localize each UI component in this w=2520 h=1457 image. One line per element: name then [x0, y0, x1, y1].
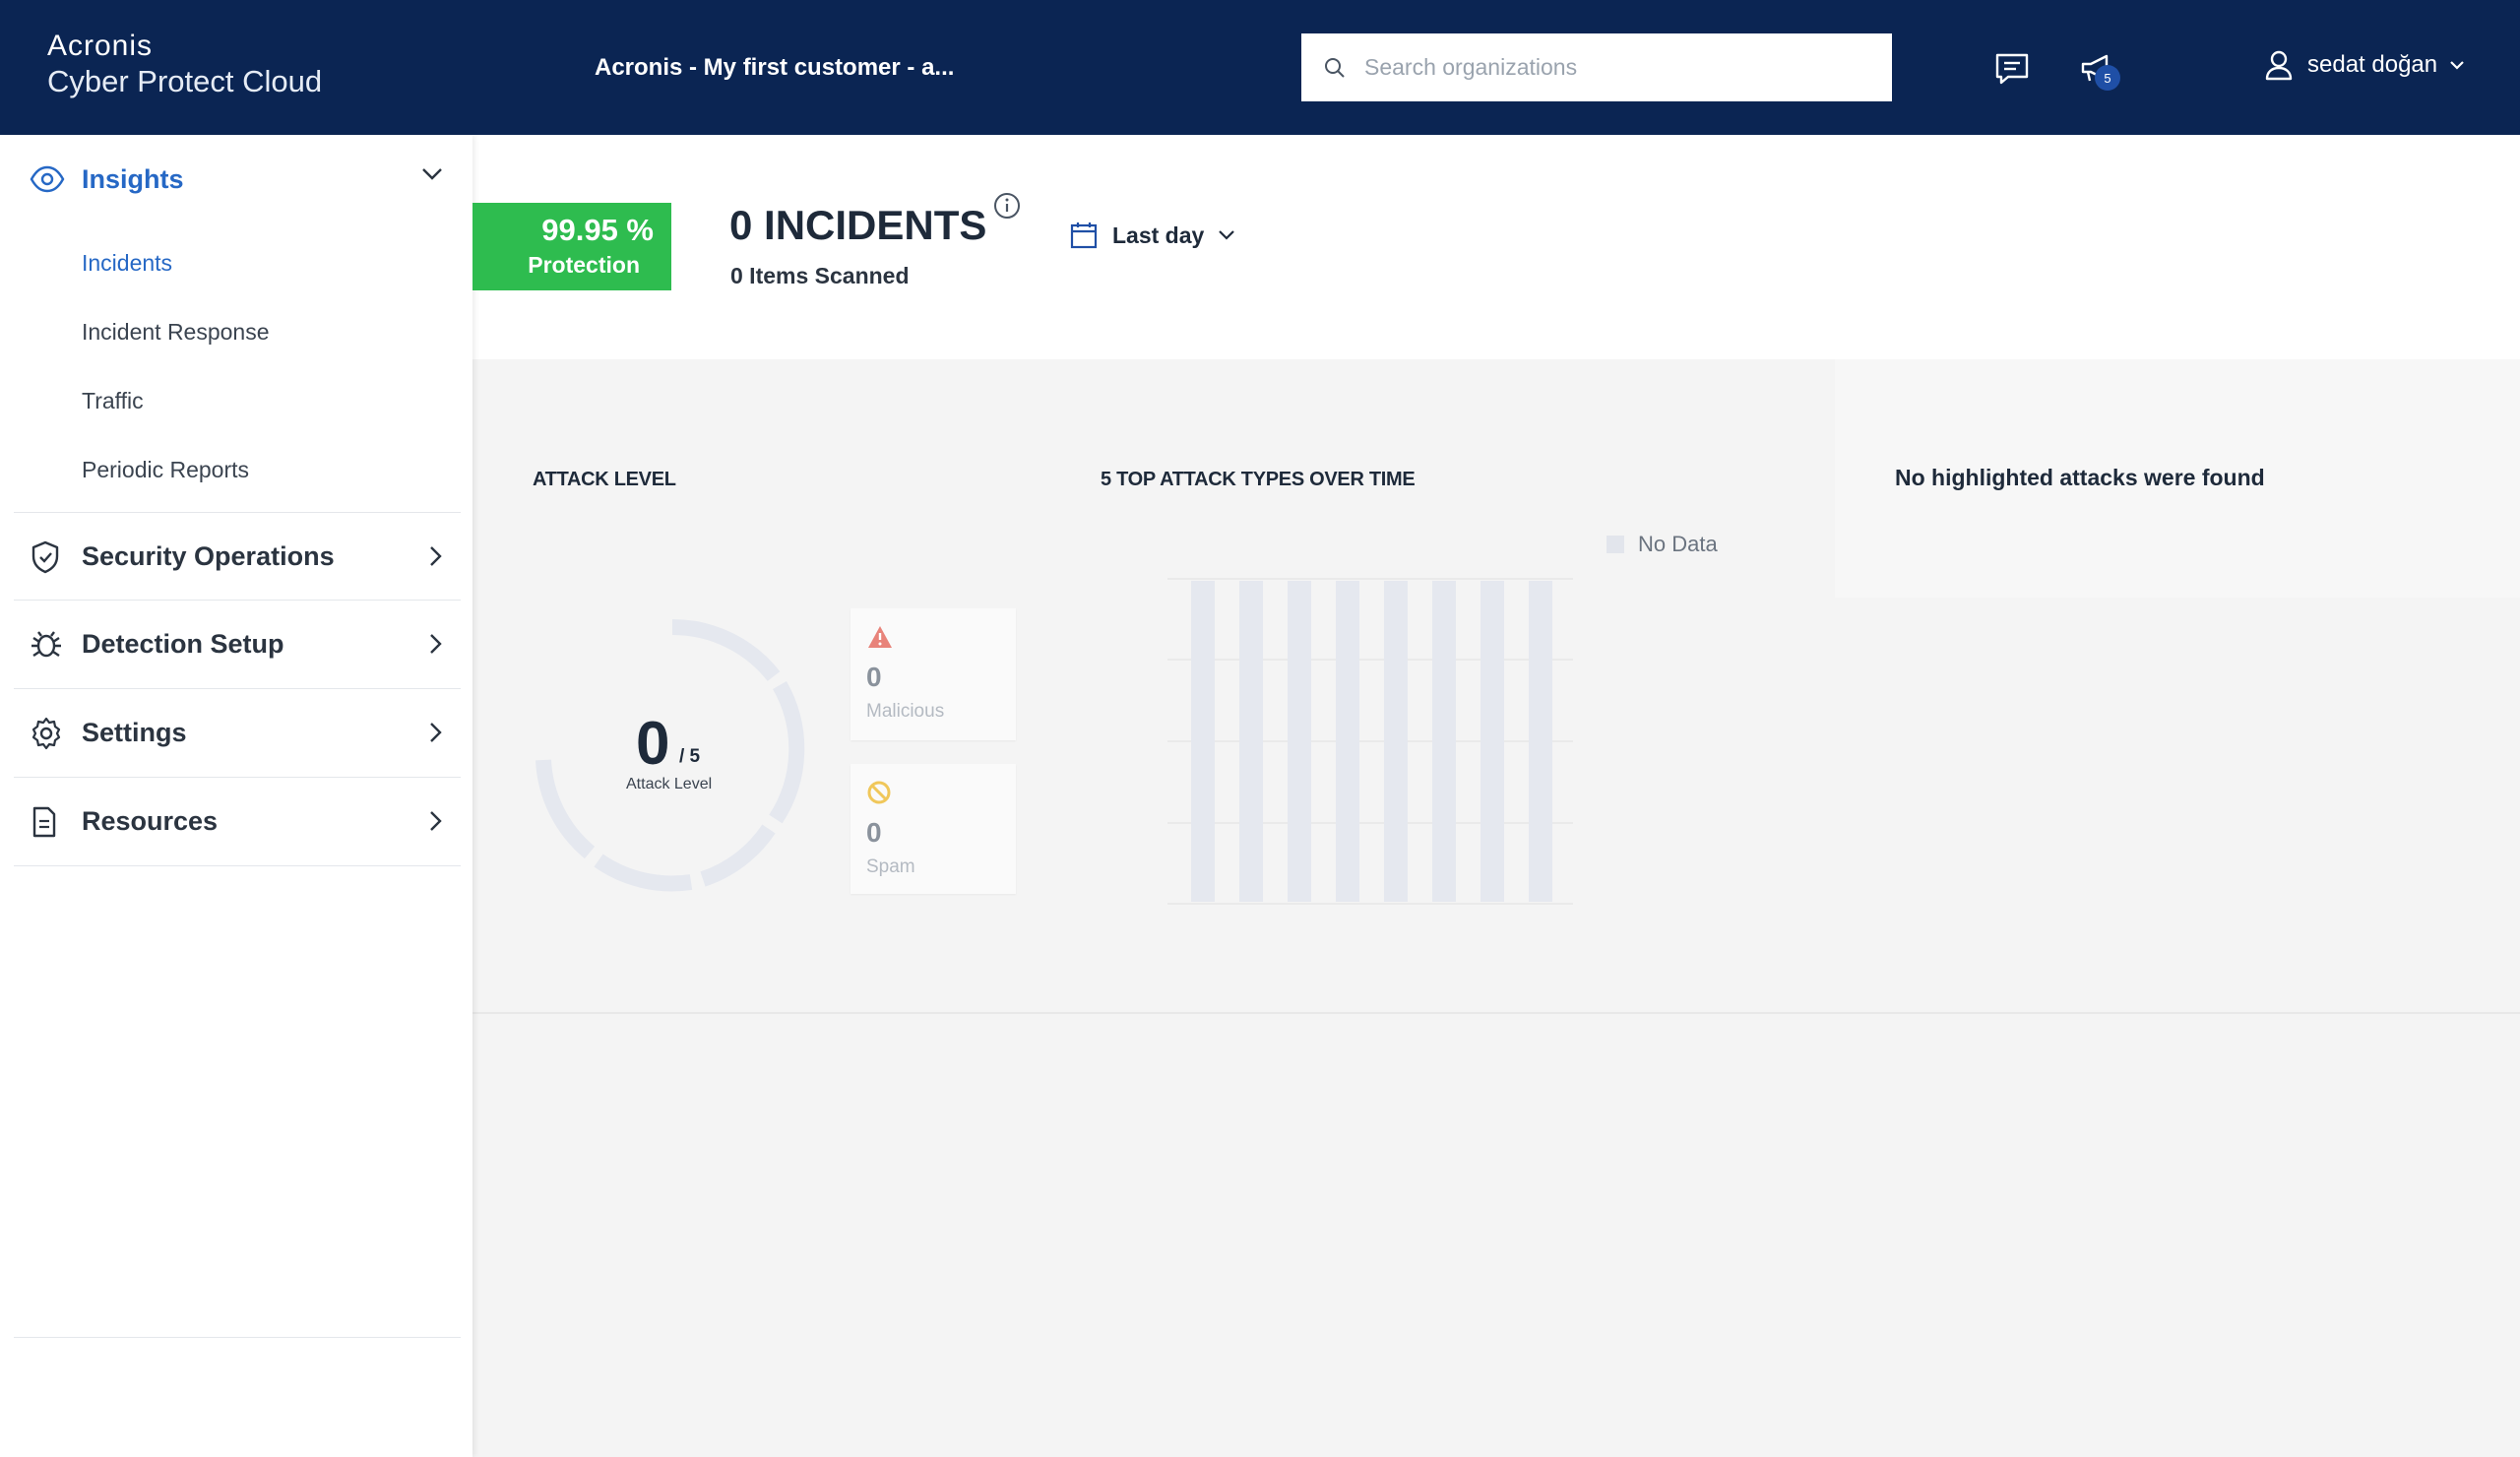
- period-selector[interactable]: Last day: [1069, 221, 1235, 250]
- sidebar-item-security-operations[interactable]: Security Operations: [14, 512, 461, 601]
- legend-swatch: [1606, 536, 1624, 553]
- chevron-down-icon: [2450, 61, 2464, 70]
- placeholder-column: [1480, 581, 1504, 902]
- items-scanned: 0 Items Scanned: [730, 263, 910, 288]
- malicious-label: Malicious: [866, 701, 945, 722]
- placeholder-column: [1288, 581, 1311, 902]
- malicious-count: 0: [866, 662, 882, 692]
- bug-icon: [32, 631, 61, 658]
- brand-product: Cyber Protect Cloud: [47, 63, 323, 98]
- chevron-down-icon: [1219, 230, 1235, 240]
- search-icon: [1325, 57, 1345, 78]
- search-input[interactable]: [1364, 54, 1876, 81]
- malicious-card: 0 Malicious: [850, 608, 1016, 740]
- sidebar-subitem-incident-response[interactable]: Incident Response: [82, 319, 270, 346]
- sidebar-divider: [14, 1337, 461, 1338]
- sidebar-item-label: Resources: [82, 806, 219, 836]
- organization-title[interactable]: Acronis - My first customer - a...: [595, 54, 954, 82]
- spam-count: 0: [866, 817, 882, 848]
- warning-icon: [868, 626, 892, 648]
- placeholder-column: [1432, 581, 1456, 902]
- attack-level-label: Attack Level: [626, 776, 713, 792]
- brand-name: Acronis: [47, 30, 154, 62]
- top-bar: Acronis Cyber Protect Cloud Acronis - My…: [0, 0, 2520, 135]
- top-attacks-chart: [1167, 578, 1573, 905]
- messages-button[interactable]: [1990, 47, 2034, 91]
- incidents-title: 0 INCIDENTS: [729, 202, 987, 248]
- chat-icon: [1995, 53, 2029, 85]
- chevron-down-icon: [422, 168, 442, 180]
- placeholder-column: [1239, 581, 1263, 902]
- sidebar-item-detection-setup[interactable]: Detection Setup: [14, 601, 461, 689]
- sidebar-item-label: Settings: [82, 718, 187, 747]
- calendar-icon: [1070, 222, 1098, 249]
- placeholder-column: [1529, 581, 1552, 902]
- period-label: Last day: [1112, 222, 1205, 248]
- attack-level-gauge: [536, 618, 805, 892]
- chevron-right-icon: [430, 811, 442, 831]
- sidebar-subitem-periodic-reports[interactable]: Periodic Reports: [82, 457, 249, 483]
- sidebar-subitem-incidents[interactable]: Incidents: [82, 250, 172, 277]
- sidebar-item-label: Detection Setup: [82, 629, 284, 659]
- chevron-right-icon: [430, 723, 442, 742]
- protection-badge: 99.95 % Protection: [472, 203, 671, 290]
- attack-level-value: 0: [636, 710, 670, 778]
- highlighted-attacks-panel-body: [1835, 598, 2520, 1014]
- sidebar-item-label: Insights: [82, 163, 184, 194]
- info-icon[interactable]: [992, 191, 1022, 225]
- shield-icon: [32, 540, 59, 574]
- sidebar: Insights Incidents Incident Response Tra…: [0, 135, 472, 1457]
- spam-card: 0 Spam: [850, 764, 1016, 894]
- sidebar-subitem-traffic[interactable]: Traffic: [82, 388, 144, 414]
- blocked-icon: [867, 781, 891, 804]
- chevron-right-icon: [430, 546, 442, 566]
- top-attacks-title: 5 TOP ATTACK TYPES OVER TIME: [1101, 469, 1416, 490]
- eye-icon: [30, 165, 65, 193]
- notifications-button[interactable]: 5: [2075, 47, 2120, 91]
- placeholder-column: [1384, 581, 1408, 902]
- user-icon: [2265, 50, 2293, 81]
- protection-label: Protection: [528, 252, 640, 278]
- attack-level-max: / 5: [679, 746, 701, 767]
- protection-value: 99.95 %: [541, 213, 654, 247]
- user-name: sedat doğan: [2307, 51, 2438, 78]
- gear-icon: [32, 717, 61, 750]
- search-box[interactable]: [1301, 33, 1892, 101]
- sidebar-item-label: Security Operations: [82, 540, 335, 571]
- attack-level-title: ATTACK LEVEL: [533, 469, 676, 490]
- placeholder-column: [1336, 581, 1359, 902]
- sidebar-item-settings[interactable]: Settings: [14, 689, 461, 778]
- spam-label: Spam: [866, 856, 915, 877]
- brand-logo[interactable]: Acronis Cyber Protect Cloud: [47, 30, 322, 98]
- user-menu[interactable]: sedat doğan: [2264, 49, 2465, 81]
- legend-label: No Data: [1638, 532, 1718, 556]
- chart-legend: No Data: [1606, 532, 1718, 557]
- no-attacks-message: No highlighted attacks were found: [1895, 465, 2265, 490]
- placeholder-column: [1191, 581, 1215, 902]
- sidebar-item-insights[interactable]: Insights: [14, 135, 461, 223]
- document-icon: [32, 806, 56, 838]
- chevron-right-icon: [430, 634, 442, 654]
- notification-badge: 5: [2095, 65, 2120, 91]
- sidebar-item-resources[interactable]: Resources: [14, 778, 461, 866]
